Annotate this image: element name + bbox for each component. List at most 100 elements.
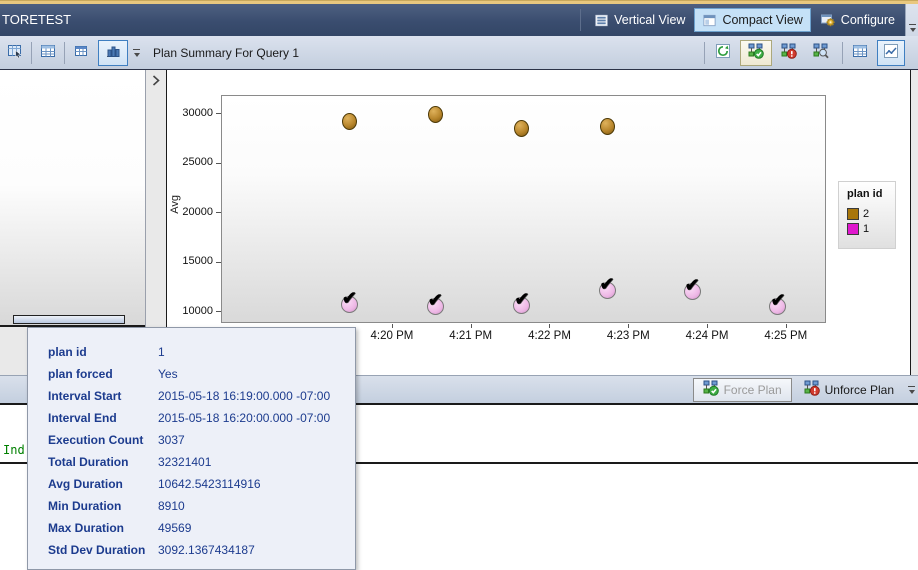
separator [31, 42, 32, 64]
shrink-plan-grid-icon [7, 43, 23, 64]
grid-small-button[interactable] [68, 40, 94, 66]
y-tick-mark [216, 113, 221, 115]
tooltip-row: Interval Start 2015-05-18 16:19:00.000 -0… [48, 385, 355, 407]
view-buttons: Vertical View Compact View Configure [576, 7, 902, 33]
legend-swatch [847, 223, 859, 235]
tooltip-row: plan forced Yes [48, 363, 355, 385]
configure-button[interactable]: Configure [813, 8, 902, 32]
tooltip-row: Interval End 2015-05-18 16:20:00.000 -07:… [48, 407, 355, 429]
compact-view-icon [702, 13, 717, 28]
data-point-tooltip: plan id 1 plan forced Yes Interval Start 2015… [27, 327, 356, 570]
y-tick-label: 10000 [182, 304, 213, 317]
query-store-window: TORETEST Vertical View Compact View Conf… [0, 0, 918, 570]
chart-results-icon [883, 43, 899, 64]
x-tick-label: 4:22 PM [528, 330, 571, 342]
shrink-plan-grid-button[interactable] [2, 40, 28, 66]
x-tick-label: 4:25 PM [764, 330, 808, 342]
tooltip-row: plan id 1 [48, 341, 355, 363]
data-point-plan-1[interactable] [426, 290, 444, 315]
legend-entries: 21 [847, 208, 895, 235]
legend-label: 1 [863, 223, 870, 235]
left-chart-pane [0, 70, 145, 327]
tooltip-row-value: 8910 [158, 499, 185, 513]
tooltip-row-label: plan id [48, 345, 87, 359]
grid-small-icon [73, 43, 89, 64]
vertical-view-icon [594, 13, 609, 28]
expand-pane-chevron-icon[interactable] [147, 72, 164, 89]
compare-plan-magnifier-icon [813, 43, 829, 64]
tooltip-row-value: 2015-05-18 16:20:00.000 -07:00 [158, 411, 331, 425]
legend-label: 2 [863, 208, 870, 220]
legend-entry: 1 [847, 223, 895, 235]
tooltip-row-label: Std Dev Duration [48, 543, 146, 557]
configure-gear-icon [820, 12, 836, 28]
overflow-chevron-icon[interactable] [132, 49, 141, 59]
grid-view-icon [40, 43, 56, 64]
title-bar: TORETEST Vertical View Compact View Conf… [0, 4, 918, 36]
document-title: TORETEST [2, 12, 72, 27]
tooltip-row-label: Avg Duration [48, 477, 123, 491]
tooltip-row-value: 2015-05-18 16:19:00.000 -07:00 [158, 389, 331, 403]
grid-view-button[interactable] [35, 40, 61, 66]
left-pane-scrollbar[interactable] [13, 315, 125, 324]
tooltip-row-value: 32321401 [158, 455, 212, 469]
data-point-plan-2[interactable] [599, 118, 615, 136]
vertical-view-label: Vertical View [614, 13, 686, 27]
bar-chart-view-button[interactable] [98, 40, 128, 66]
tooltip-row-label: Interval Start [48, 389, 122, 403]
force-plan-icon [748, 43, 764, 64]
refresh-button[interactable] [710, 40, 736, 66]
tooltip-row-value: 3037 [158, 433, 185, 447]
legend-swatch [847, 208, 859, 220]
plan-summary-toolbar: Plan Summary For Query 1 [0, 36, 918, 70]
unforce-plan-button[interactable]: Unforce Plan [798, 378, 900, 402]
separator [64, 42, 65, 64]
y-tick-mark [216, 162, 221, 164]
data-point-plan-1[interactable] [340, 288, 358, 314]
force-plan-button[interactable]: Force Plan [692, 377, 792, 402]
chart-legend: plan id 21 [839, 182, 895, 248]
tooltip-rows: plan id 1 plan forced Yes Interval Start 2015… [48, 341, 355, 561]
separator [580, 9, 582, 31]
y-tick-label: 15000 [182, 255, 213, 268]
compare-plan-button[interactable] [808, 40, 834, 66]
overflow-chevron-icon[interactable] [907, 386, 916, 396]
x-tick-mark [391, 324, 393, 328]
grid-results-button[interactable] [847, 40, 873, 66]
compact-view-button[interactable]: Compact View [694, 8, 811, 32]
chart-results-button[interactable] [877, 40, 905, 66]
overflow-chevron-icon[interactable] [908, 24, 917, 34]
grid-results-icon [852, 43, 868, 64]
data-point-plan-1[interactable] [683, 275, 701, 300]
tooltip-row: Max Duration 49569 [48, 517, 355, 539]
tooltip-row: Min Duration 8910 [48, 495, 355, 517]
x-tick-mark [628, 324, 630, 328]
query-text: Ind [3, 443, 25, 457]
tooltip-row-value: 3092.1367434187 [158, 543, 255, 557]
configure-label: Configure [840, 13, 895, 27]
unforce-plan-toolbar-button[interactable] [776, 40, 802, 66]
separator [842, 42, 843, 64]
bar-chart-view-icon [105, 43, 121, 64]
plan-summary-title: Plan Summary For Query 1 [153, 46, 300, 60]
tooltip-row: Avg Duration 10642.5423114916 [48, 473, 355, 495]
vertical-view-button[interactable]: Vertical View [587, 8, 692, 32]
right-margin [912, 70, 918, 375]
data-point-plan-1[interactable] [598, 274, 616, 299]
tooltip-row-label: Min Duration [48, 499, 122, 513]
refresh-icon [715, 43, 731, 64]
x-tick-mark [470, 324, 472, 328]
tooltip-row-value: 10642.5423114916 [158, 477, 261, 491]
x-tick-mark [549, 324, 551, 328]
y-tick-mark [216, 261, 221, 263]
compact-view-label: Compact View [722, 13, 803, 27]
separator [704, 42, 705, 64]
y-tick-label: 20000 [182, 205, 213, 218]
y-tick-mark [216, 311, 221, 312]
force-plan-toolbar-button[interactable] [740, 40, 772, 66]
x-tick-mark [785, 324, 787, 328]
data-point-plan-2[interactable] [427, 105, 443, 123]
unforce-plan-icon [804, 380, 820, 399]
tooltip-row-label: Total Duration [48, 455, 129, 469]
tooltip-row-label: Execution Count [48, 433, 144, 447]
